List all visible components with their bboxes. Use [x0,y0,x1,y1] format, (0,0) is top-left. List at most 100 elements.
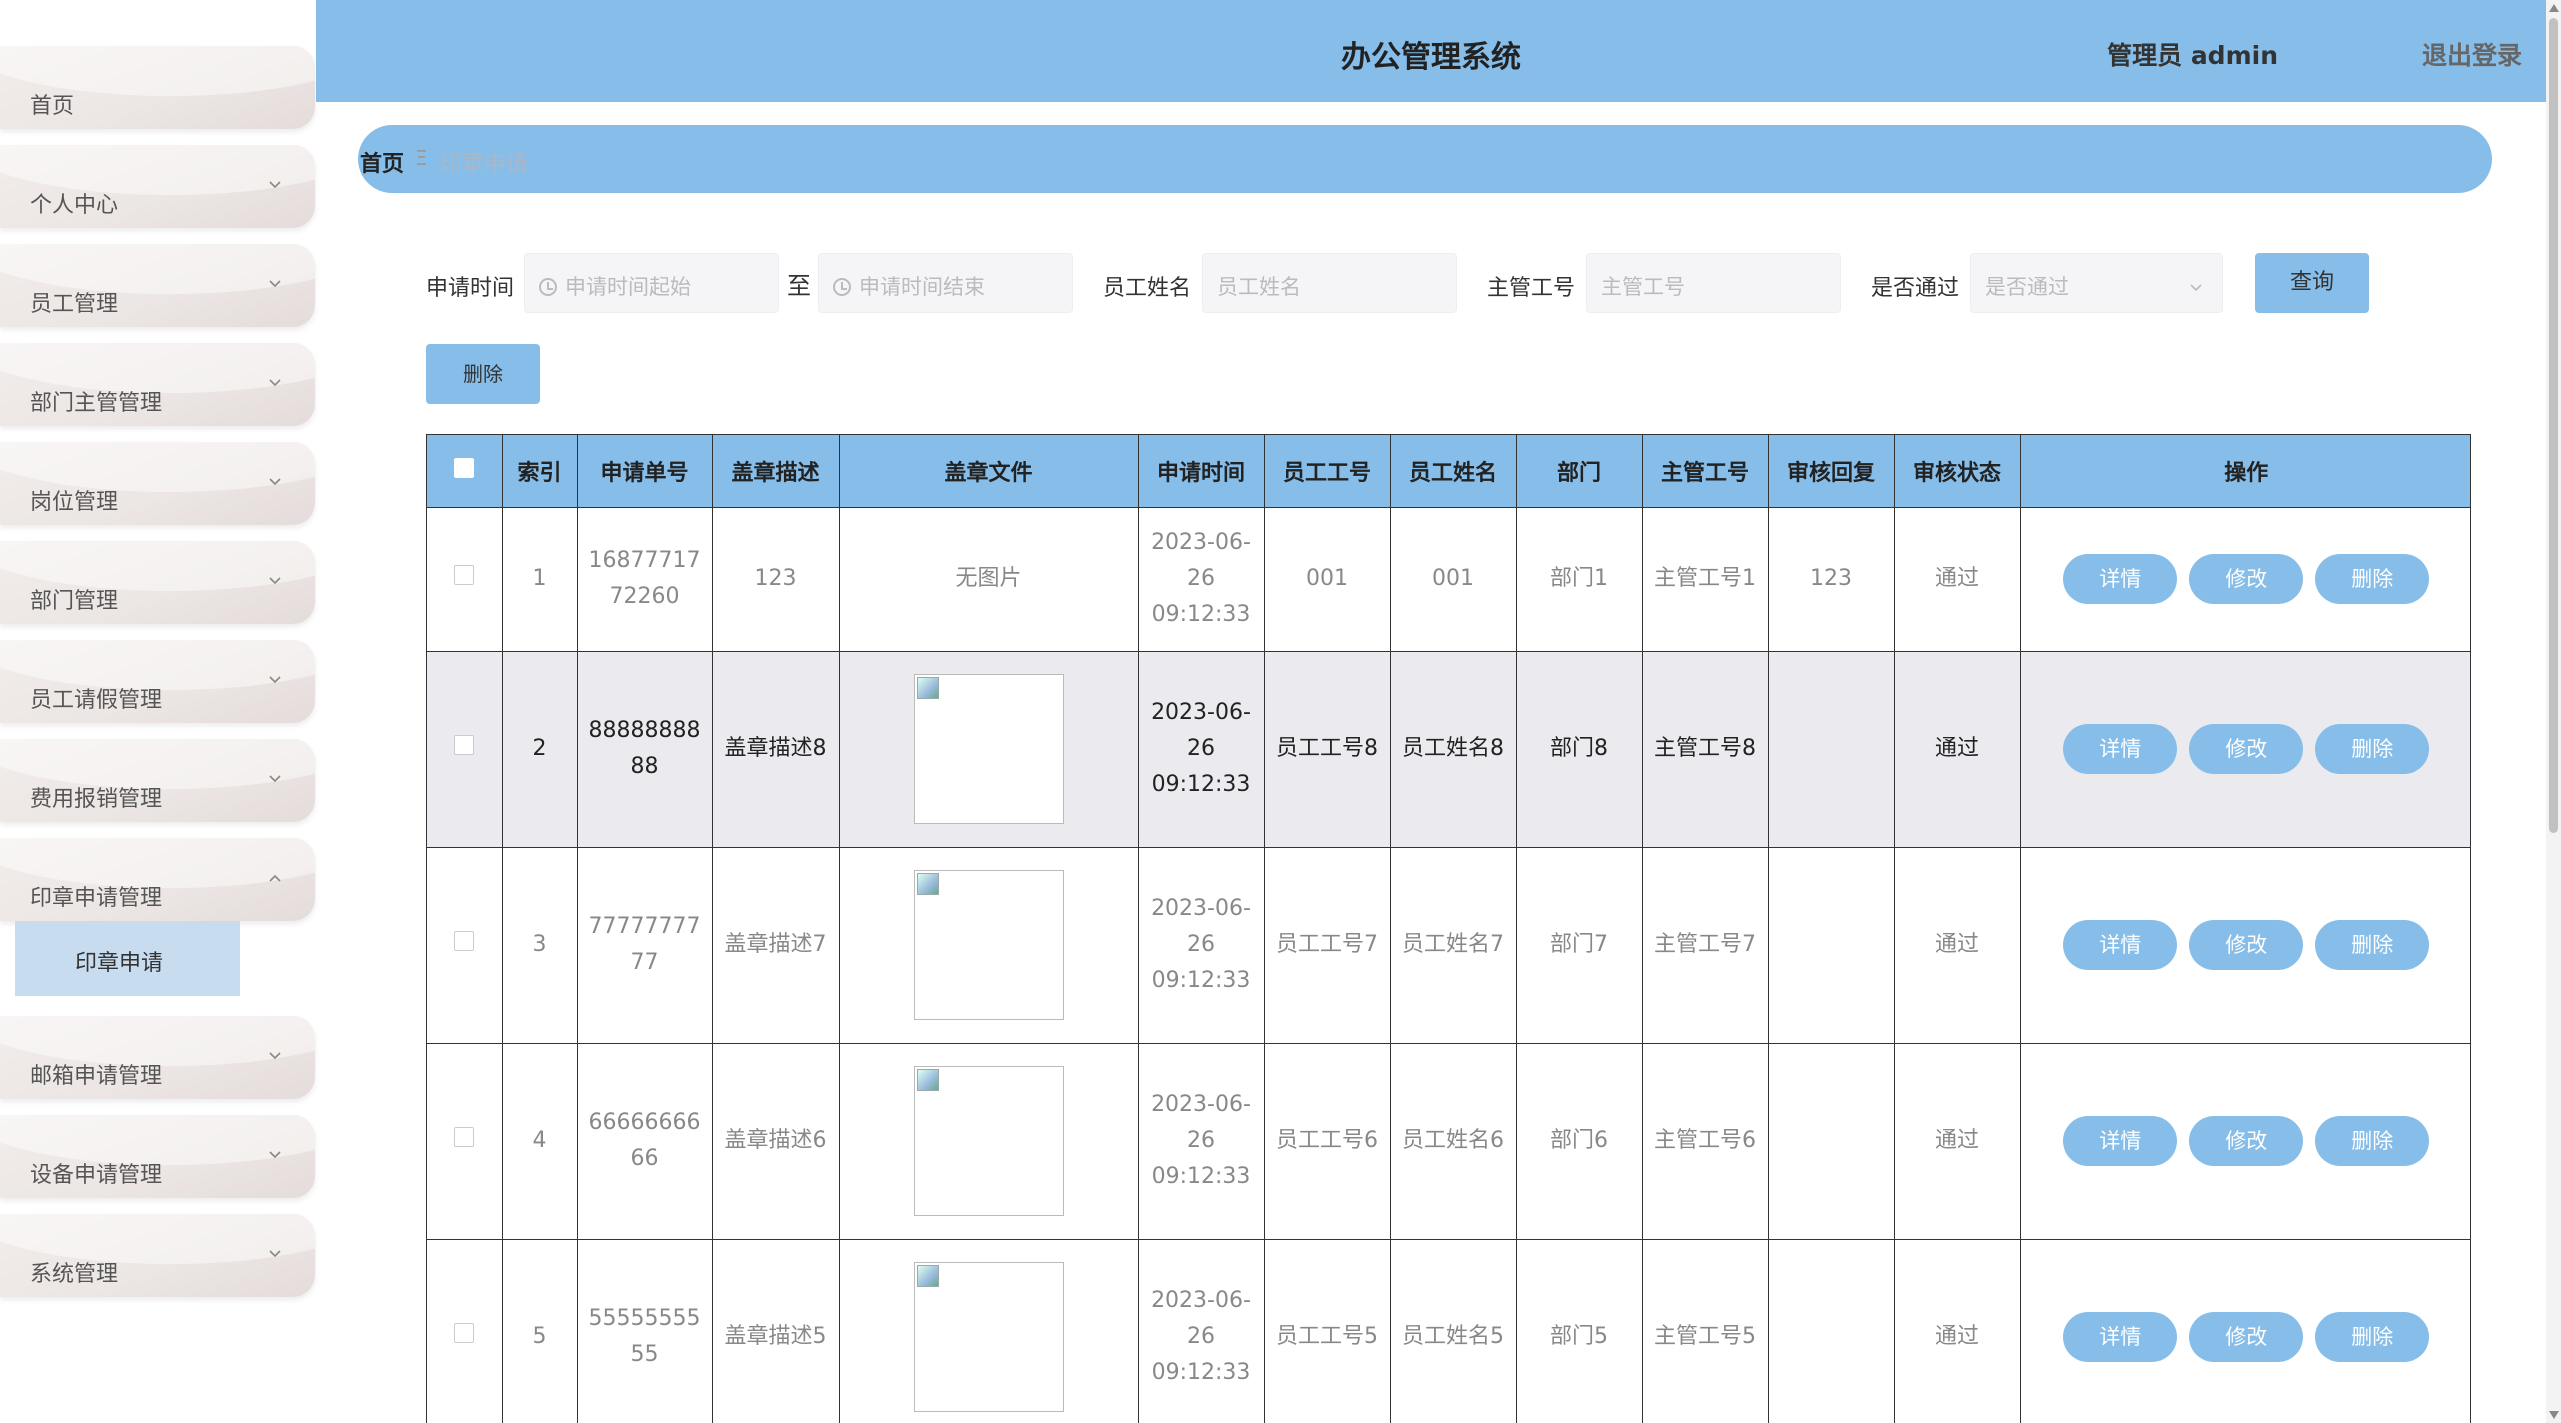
sidebar-subitem-label: 印章申请 [75,951,164,976]
clock-icon [833,278,851,296]
sidebar-item-system-management[interactable]: 系统管理 [0,1214,315,1297]
sidebar-item-home[interactable]: 首页 [0,46,315,129]
cell-supervisor-id: 主管工号8 [1642,651,1769,848]
cell-actions: 详情 修改 删除 [2020,1239,2470,1423]
approved-label: 是否通过 [1871,276,1960,301]
delete-button[interactable]: 删除 [2315,920,2430,970]
sidebar-item-label: 费用报销管理 [30,787,163,812]
scroll-down-icon[interactable] [2549,1411,2559,1419]
sidebar-item-label: 邮箱申请管理 [30,1064,163,1089]
sidebar-item-position-management[interactable]: 岗位管理 [0,442,315,525]
logout-link[interactable]: 退出登录 [2422,36,2522,72]
cell-review-reply [1768,1239,1895,1423]
sidebar-item-department-management[interactable]: 部门管理 [0,541,315,624]
cell-seal-desc: 盖章描述7 [712,847,840,1044]
seal-file-thumbnail[interactable] [913,1262,1064,1412]
detail-button[interactable]: 详情 [2063,1116,2178,1166]
detail-button[interactable]: 详情 [2063,724,2178,774]
cell-supervisor-id: 主管工号7 [1642,847,1769,1044]
cell-review-status: 通过 [1894,1239,2021,1423]
chevron-down-icon [265,175,285,195]
broken-image-icon [916,677,939,699]
scroll-thumb[interactable] [2549,18,2558,833]
employee-name-input[interactable]: 员工姓名 [1202,253,1457,313]
broken-image-icon [916,1069,939,1091]
sidebar-item-expense-management[interactable]: 费用报销管理 [0,739,315,822]
row-checkbox[interactable] [454,735,475,755]
query-button[interactable]: 查询 [2255,253,2369,313]
cell-apply-time: 2023-06-26 09:12:33 [1138,507,1265,652]
edit-button[interactable]: 修改 [2189,554,2304,604]
row-checkbox[interactable] [454,1127,475,1147]
seal-file-thumbnail[interactable] [913,674,1064,824]
edit-button[interactable]: 修改 [2189,1312,2304,1362]
cell-employee-id: 员工工号8 [1264,651,1391,848]
detail-button[interactable]: 详情 [2063,1312,2178,1362]
supervisor-id-input[interactable]: 主管工号 [1586,253,1841,313]
row-select-cell [427,847,503,1044]
sidebar-item-mailbox-application-management[interactable]: 邮箱申请管理 [0,1016,315,1099]
header-review-reply: 审核回复 [1768,435,1895,508]
sidebar-item-label: 部门主管管理 [30,391,163,416]
row-select-cell [427,1043,503,1240]
row-checkbox[interactable] [454,931,475,951]
supervisor-id-label: 主管工号 [1487,276,1576,301]
cell-actions: 详情 修改 删除 [2020,651,2470,848]
delete-button[interactable]: 删除 [2315,1116,2430,1166]
approved-select[interactable]: 是否通过 [1970,253,2223,313]
apply-time-start-input[interactable]: 申请时间起始 [524,253,779,313]
breadcrumb-home[interactable]: 首页 [360,146,404,178]
select-all-checkbox[interactable] [454,457,475,478]
header-department: 部门 [1516,435,1643,508]
cell-employee-id: 001 [1264,507,1391,652]
cell-order-no: 6666666666 [577,1043,713,1240]
sidebar-item-personal-center[interactable]: 个人中心 [0,145,315,228]
breadcrumb-separator-icon: Ξ [415,146,428,170]
sidebar-item-employee-management[interactable]: 员工管理 [0,244,315,327]
cell-seal-file [839,651,1139,848]
cell-seal-desc: 盖章描述6 [712,1043,840,1240]
page-scrollbar[interactable] [2546,0,2561,1423]
chevron-down-icon [265,373,285,393]
supervisor-id-placeholder: 主管工号 [1601,275,1685,299]
edit-button[interactable]: 修改 [2189,724,2304,774]
cell-employee-name: 001 [1390,507,1517,652]
cell-order-no: 7777777777 [577,847,713,1044]
sidebar-item-leave-management[interactable]: 员工请假管理 [0,640,315,723]
cell-department: 部门1 [1516,507,1643,652]
sidebar-subitem-seal-application[interactable]: 印章申请 [15,921,240,996]
sidebar-item-dept-supervisor-management[interactable]: 部门主管管理 [0,343,315,426]
edit-button[interactable]: 修改 [2189,920,2304,970]
row-checkbox[interactable] [454,565,475,585]
cell-employee-id: 员工工号5 [1264,1239,1391,1423]
cell-seal-file [839,1239,1139,1423]
seal-file-thumbnail[interactable] [913,1066,1064,1216]
sidebar-item-seal-application-management[interactable]: 印章申请管理 [0,838,315,921]
delete-button[interactable]: 删除 [2315,1312,2430,1362]
header-seal-file: 盖章文件 [839,435,1139,508]
seal-file-thumbnail[interactable] [913,870,1064,1020]
cell-department: 部门7 [1516,847,1643,1044]
cell-department: 部门5 [1516,1239,1643,1423]
row-select-cell [427,651,503,848]
row-checkbox[interactable] [454,1323,475,1343]
employee-name-label: 员工姓名 [1103,276,1192,301]
cell-supervisor-id: 主管工号6 [1642,1043,1769,1240]
header-employee-name: 员工姓名 [1390,435,1517,508]
scroll-up-icon[interactable] [2549,4,2559,12]
detail-button[interactable]: 详情 [2063,920,2178,970]
delete-button[interactable]: 删除 [2315,554,2430,604]
cell-index: 3 [502,847,578,1044]
row-select-cell [427,1239,503,1423]
broken-image-icon [916,1265,939,1287]
detail-button[interactable]: 详情 [2063,554,2178,604]
apply-time-end-input[interactable]: 申请时间结束 [818,253,1073,313]
edit-button[interactable]: 修改 [2189,1116,2304,1166]
sidebar-item-device-application-management[interactable]: 设备申请管理 [0,1115,315,1198]
table-row: 2 8888888888 盖章描述8 2023-06-26 09:12:33 员… [427,651,2470,848]
batch-delete-button[interactable]: 删除 [426,344,540,404]
chevron-up-icon [265,868,285,888]
chevron-down-icon [265,1145,285,1165]
delete-button[interactable]: 删除 [2315,724,2430,774]
table-row: 5 5555555555 盖章描述5 2023-06-26 09:12:33 员… [427,1239,2470,1423]
